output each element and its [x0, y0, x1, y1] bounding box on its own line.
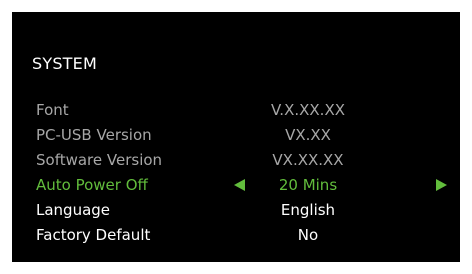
menu-item-label: Factory Default — [36, 226, 151, 244]
menu-item-value: English — [280, 201, 336, 219]
menu-item-label: Auto Power Off — [36, 176, 148, 194]
menu-item-pc-usb-version: PC-USB Version VX.XX — [12, 123, 460, 147]
right-arrow-icon[interactable] — [436, 179, 447, 191]
menu-item-label: Software Version — [36, 151, 163, 169]
menu-item-value: V.X.XX.XX — [270, 101, 345, 119]
menu-item-font: Font V.X.XX.XX — [12, 98, 460, 122]
menu-item-auto-power-off[interactable]: Auto Power Off 20 Mins — [12, 173, 460, 197]
menu-item-value: VX.XX.XX — [272, 151, 344, 169]
menu-item-label: PC-USB Version — [36, 126, 152, 144]
menu-item-label: Language — [36, 201, 111, 219]
menu-item-value: 20 Mins — [278, 176, 338, 194]
menu-item-value: No — [297, 226, 319, 244]
menu-title: SYSTEM — [32, 54, 97, 73]
menu-item-value: VX.XX — [285, 126, 331, 144]
menu-item-factory-default[interactable]: Factory Default No — [12, 223, 460, 247]
system-menu-panel: SYSTEM Font V.X.XX.XX PC-USB Version VX.… — [12, 12, 460, 262]
menu-item-language[interactable]: Language English — [12, 198, 460, 222]
menu-item-software-version: Software Version VX.XX.XX — [12, 148, 460, 172]
menu-item-label: Font — [36, 101, 69, 119]
